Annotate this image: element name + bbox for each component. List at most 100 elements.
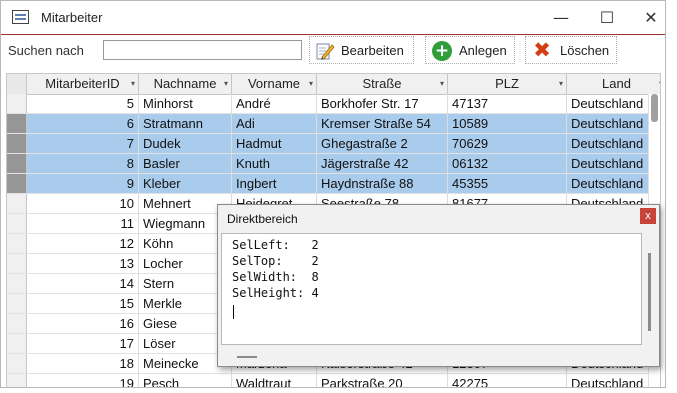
record-selector[interactable] <box>7 194 27 213</box>
filter-arrow-icon[interactable]: ▾ <box>440 74 444 94</box>
table-row[interactable]: 6 Stratmann Adi Kremser Straße 54 10589 Deuts… <box>7 114 660 134</box>
filter-arrow-icon[interactable]: ▾ <box>131 74 135 94</box>
record-selector[interactable] <box>7 274 27 293</box>
record-selector[interactable] <box>7 174 27 193</box>
cell-vorname[interactable]: Ingbert <box>232 174 317 193</box>
cell-id[interactable]: 6 <box>27 114 139 133</box>
cell-id[interactable]: 13 <box>27 254 139 273</box>
cell-id[interactable]: 17 <box>27 334 139 353</box>
table-row[interactable]: 7 Dudek Hadmut Ghegastraße 2 70629 Deutschlan… <box>7 134 660 154</box>
cell-strasse[interactable]: Parkstraße 20 <box>317 374 448 387</box>
cell-land[interactable]: Deutschland <box>567 174 660 193</box>
cell-id[interactable]: 16 <box>27 314 139 333</box>
immediate-close-button[interactable]: x <box>640 208 656 224</box>
delete-button[interactable]: ✖ Löschen <box>525 36 617 64</box>
cell-plz[interactable]: 47137 <box>448 94 567 113</box>
record-selector[interactable] <box>7 294 27 313</box>
filter-arrow-icon[interactable]: ▾ <box>309 74 313 94</box>
table-row[interactable]: 5 Minhorst André Borkhofer Str. 17 47137 Deut… <box>7 94 660 114</box>
close-button[interactable]: ✕ <box>628 1 665 34</box>
edit-button[interactable]: Bearbeiten <box>309 36 414 64</box>
table-row[interactable]: 8 Basler Knuth Jägerstraße 42 06132 Deutschla… <box>7 154 660 174</box>
search-label: Suchen nach <box>8 43 84 58</box>
cell-vorname[interactable]: Adi <box>232 114 317 133</box>
record-selector[interactable] <box>7 254 27 273</box>
column-header[interactable]: PLZ ▾ <box>448 74 567 94</box>
scroll-thumb[interactable] <box>651 94 658 122</box>
table-row[interactable]: 19 Pesch Waldtraut Parkstraße 20 42275 Deutsc… <box>7 374 660 387</box>
filter-arrow-icon[interactable]: ▾ <box>659 74 660 94</box>
cell-id[interactable]: 15 <box>27 294 139 313</box>
cell-land[interactable]: Deutschland <box>567 374 660 387</box>
search-input[interactable] <box>103 40 302 60</box>
cell-land[interactable]: Deutschland <box>567 134 660 153</box>
cell-vorname[interactable]: Hadmut <box>232 134 317 153</box>
select-all-corner[interactable] <box>7 74 27 94</box>
cell-land[interactable]: Deutschland <box>567 114 660 133</box>
cell-nachname[interactable]: Pesch <box>139 374 232 387</box>
filter-arrow-icon[interactable]: ▾ <box>559 74 563 94</box>
column-header-label: Straße <box>362 76 402 91</box>
cell-vorname[interactable]: Knuth <box>232 154 317 173</box>
window-title: Mitarbeiter <box>41 10 103 25</box>
cell-nachname[interactable]: Minhorst <box>139 94 232 113</box>
cell-land[interactable]: Deutschland <box>567 154 660 173</box>
table-row[interactable]: 9 Kleber Ingbert Haydnstraße 88 45355 Deutsch… <box>7 174 660 194</box>
cell-strasse[interactable]: Kremser Straße 54 <box>317 114 448 133</box>
immediate-vertical-scrollbar[interactable] <box>648 253 651 331</box>
title-bar: Mitarbeiter — ☐ ✕ <box>1 1 665 35</box>
column-header[interactable]: Land ▾ <box>567 74 660 94</box>
cell-strasse[interactable]: Borkhofer Str. 17 <box>317 94 448 113</box>
edit-button-label: Bearbeiten <box>341 43 404 58</box>
cell-id[interactable]: 12 <box>27 234 139 253</box>
cell-land[interactable]: Deutschland <box>567 94 660 113</box>
record-selector[interactable] <box>7 134 27 153</box>
delete-button-label: Löschen <box>560 43 610 58</box>
cell-id[interactable]: 19 <box>27 374 139 387</box>
cell-id[interactable]: 8 <box>27 154 139 173</box>
cell-id[interactable]: 18 <box>27 354 139 373</box>
cell-id[interactable]: 10 <box>27 194 139 213</box>
cell-plz[interactable]: 06132 <box>448 154 567 173</box>
cell-plz[interactable]: 10589 <box>448 114 567 133</box>
cell-vorname[interactable]: André <box>232 94 317 113</box>
column-header[interactable]: Straße ▾ <box>317 74 448 94</box>
immediate-horizontal-scrollbar[interactable] <box>237 356 257 358</box>
cell-strasse[interactable]: Haydnstraße 88 <box>317 174 448 193</box>
record-selector[interactable] <box>7 154 27 173</box>
record-selector[interactable] <box>7 234 27 253</box>
filter-arrow-icon[interactable]: ▾ <box>224 74 228 94</box>
record-selector[interactable] <box>7 214 27 233</box>
record-selector[interactable] <box>7 354 27 373</box>
column-header[interactable]: Vorname ▾ <box>232 74 317 94</box>
new-button[interactable]: + Anlegen <box>425 36 515 64</box>
cell-id[interactable]: 11 <box>27 214 139 233</box>
cell-nachname[interactable]: Kleber <box>139 174 232 193</box>
record-selector[interactable] <box>7 314 27 333</box>
record-selector[interactable] <box>7 334 27 353</box>
cell-plz[interactable]: 70629 <box>448 134 567 153</box>
column-header[interactable]: Nachname ▾ <box>139 74 232 94</box>
cell-id[interactable]: 9 <box>27 174 139 193</box>
cell-strasse[interactable]: Jägerstraße 42 <box>317 154 448 173</box>
cell-nachname[interactable]: Stratmann <box>139 114 232 133</box>
minimize-button[interactable]: — <box>538 1 584 34</box>
main-window: Mitarbeiter — ☐ ✕ Suchen nach Bearbeiten… <box>0 0 666 388</box>
column-header[interactable]: MitarbeiterID ▾ <box>27 74 139 94</box>
toolbar: Suchen nach Bearbeiten + Anlegen ✖ Lösch… <box>1 35 665 69</box>
cell-id[interactable]: 14 <box>27 274 139 293</box>
cell-nachname[interactable]: Basler <box>139 154 232 173</box>
cell-id[interactable]: 7 <box>27 134 139 153</box>
cell-strasse[interactable]: Ghegastraße 2 <box>317 134 448 153</box>
cell-id[interactable]: 5 <box>27 94 139 113</box>
immediate-code-area[interactable]: SelLeft: 2 SelTop: 2 SelWidth: 8 SelHeig… <box>221 233 642 345</box>
maximize-button[interactable]: ☐ <box>584 1 630 34</box>
cell-vorname[interactable]: Waldtraut <box>232 374 317 387</box>
code-line: SelTop: 2 <box>232 254 319 268</box>
record-selector[interactable] <box>7 374 27 387</box>
cell-plz[interactable]: 45355 <box>448 174 567 193</box>
record-selector[interactable] <box>7 94 27 113</box>
cell-nachname[interactable]: Dudek <box>139 134 232 153</box>
record-selector[interactable] <box>7 114 27 133</box>
cell-plz[interactable]: 42275 <box>448 374 567 387</box>
